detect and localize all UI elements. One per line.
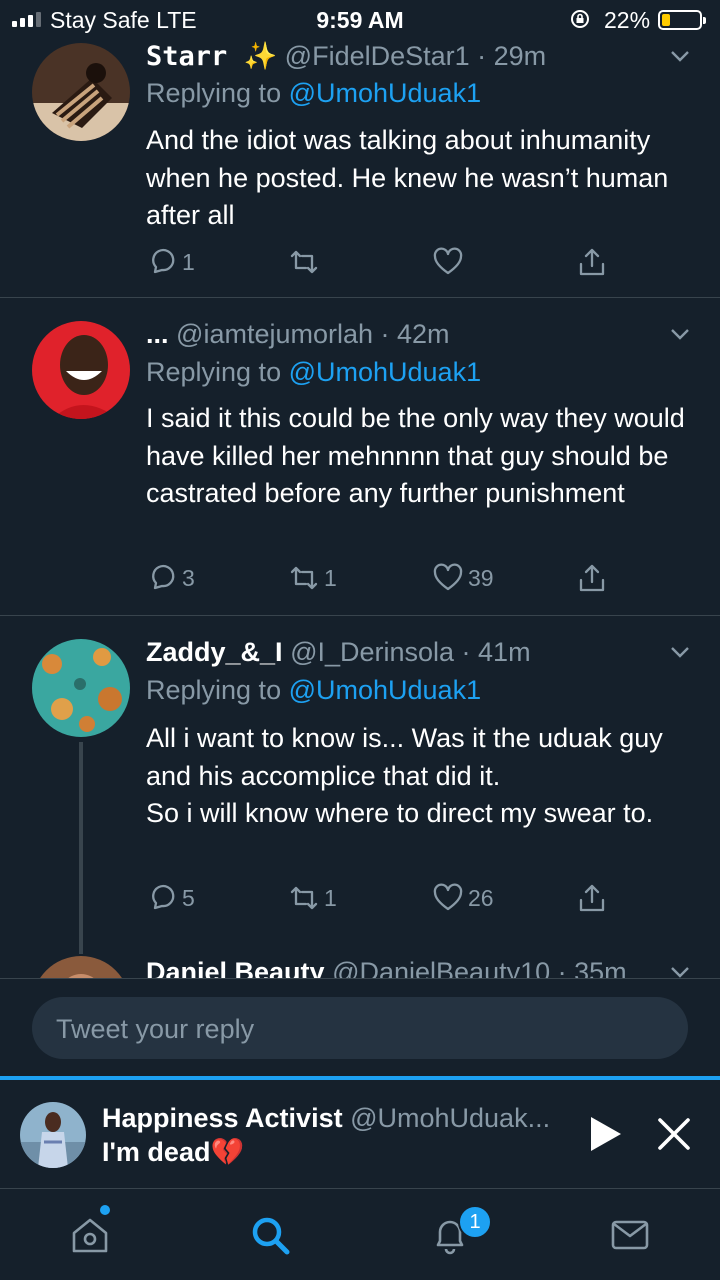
home-new-dot [100, 1205, 110, 1215]
reply-count: 3 [182, 564, 195, 591]
share-icon [579, 248, 605, 276]
tweet-header: Starr ✨ @FidelDeStar1 · 29m [146, 40, 690, 73]
tweet-header: ... @iamtejumorlah · 42m [146, 318, 690, 350]
like-button[interactable]: 26 [432, 882, 494, 914]
retweet-icon [290, 566, 318, 590]
share-icon [579, 884, 605, 912]
status-bar: Stay Safe LTE 9:59 AM 22% [0, 0, 720, 40]
author-name[interactable]: Zaddy_&_I [146, 637, 283, 667]
author-name[interactable]: Starr ✨ [146, 41, 277, 72]
tweet-actions: 1 [146, 246, 626, 282]
author-handle-time: @I_Derinsola · 41m [290, 637, 531, 667]
replying-to-link[interactable]: @UmohUduak1 [289, 357, 482, 387]
tweet-actions: 5 1 26 [146, 882, 626, 918]
search-icon[interactable] [248, 1213, 292, 1257]
reply-button[interactable]: 3 [146, 562, 195, 594]
replying-to: Replying to @UmohUduak1 [146, 357, 482, 387]
tweet-item[interactable]: Starr ✨ @FidelDeStar1 · 29m Replying to … [0, 40, 720, 298]
avatar[interactable] [32, 43, 130, 141]
media-author-handle: @UmohUduak... [350, 1103, 551, 1133]
chevron-down-icon[interactable] [668, 44, 692, 68]
reply-composer-bar [0, 978, 720, 1076]
tweet-item[interactable]: Daniel Beauty @DanielBeauty10 · 35m [0, 936, 720, 978]
reply-button[interactable]: 1 [146, 246, 195, 278]
replying-to-link[interactable]: @UmohUduak1 [289, 78, 482, 108]
media-author: Happiness Activist @UmohUduak... [102, 1102, 552, 1134]
home-icon[interactable] [68, 1213, 112, 1257]
reply-feed[interactable]: Starr ✨ @FidelDeStar1 · 29m Replying to … [0, 40, 720, 978]
retweet-icon [290, 250, 318, 274]
tweet-item[interactable]: Zaddy_&_I @I_Derinsola · 41m Replying to… [0, 616, 720, 954]
reply-button[interactable]: 5 [146, 882, 195, 914]
reply-icon [152, 564, 175, 590]
bottom-tab-bar: 1 [0, 1188, 720, 1280]
author-name[interactable]: ... [146, 319, 169, 349]
tweet-actions: 3 1 39 [146, 562, 626, 598]
reply-input[interactable] [54, 997, 658, 1061]
reply-count: 5 [182, 884, 195, 911]
retweet-button[interactable]: 1 [288, 562, 337, 594]
retweet-button[interactable]: 1 [288, 882, 337, 914]
tweet-text: And the idiot was talking about inhumani… [146, 125, 669, 230]
retweet-count: 1 [324, 884, 337, 911]
share-icon [579, 564, 605, 592]
thread-line [79, 742, 83, 954]
avatar[interactable] [32, 639, 130, 737]
tweet-header: Daniel Beauty @DanielBeauty10 · 35m [146, 956, 690, 978]
reply-composer[interactable] [32, 997, 688, 1061]
heart-icon [433, 883, 463, 911]
avatar[interactable] [32, 956, 130, 978]
rotation-lock-icon [571, 10, 589, 28]
tweet-header: Zaddy_&_I @I_Derinsola · 41m [146, 636, 690, 668]
author-handle-time: @iamtejumorlah · 42m [176, 319, 450, 349]
like-button[interactable] [432, 246, 468, 278]
media-tweet-text: I'm dead💔 [102, 1137, 245, 1167]
replying-to-link[interactable]: @UmohUduak1 [289, 675, 482, 705]
close-icon[interactable] [656, 1116, 692, 1152]
retweet-count: 1 [324, 564, 337, 591]
retweet-icon [290, 886, 318, 910]
chevron-down-icon[interactable] [668, 322, 692, 346]
reply-count: 1 [182, 248, 195, 275]
reply-icon [152, 248, 175, 274]
media-avatar[interactable] [20, 1102, 86, 1168]
media-progress-bar [0, 1076, 720, 1080]
notifications-badge: 1 [458, 1205, 492, 1239]
share-button[interactable] [576, 246, 608, 278]
reply-icon [152, 884, 175, 910]
author-handle-time: @DanielBeauty10 · 35m [332, 957, 627, 978]
chevron-down-icon[interactable] [668, 640, 692, 664]
play-icon[interactable] [588, 1114, 624, 1154]
heart-icon [433, 563, 463, 591]
battery-icon [658, 10, 706, 30]
tweet-text: I said it this could be the only way the… [146, 403, 685, 508]
replying-to: Replying to @UmohUduak1 [146, 675, 482, 705]
messages-envelope-icon[interactable] [608, 1213, 652, 1257]
author-name[interactable]: Daniel Beauty [146, 957, 325, 978]
share-button[interactable] [576, 562, 608, 594]
avatar[interactable] [32, 321, 130, 419]
like-button[interactable]: 39 [432, 562, 494, 594]
author-handle-time: @FidelDeStar1 · 29m [284, 41, 547, 71]
retweet-button[interactable] [288, 246, 324, 278]
battery-percent: 22% [604, 7, 651, 33]
like-count: 39 [468, 564, 494, 591]
chevron-down-icon[interactable] [668, 960, 692, 978]
replying-to: Replying to @UmohUduak1 [146, 78, 482, 108]
media-author-name: Happiness Activist [102, 1103, 343, 1133]
share-button[interactable] [576, 882, 608, 914]
tweet-text: All i want to know is... Was it the udua… [146, 723, 663, 828]
heart-icon [433, 247, 463, 275]
like-count: 26 [468, 884, 494, 911]
tweet-item[interactable]: ... @iamtejumorlah · 42m Replying to @Um… [0, 298, 720, 616]
